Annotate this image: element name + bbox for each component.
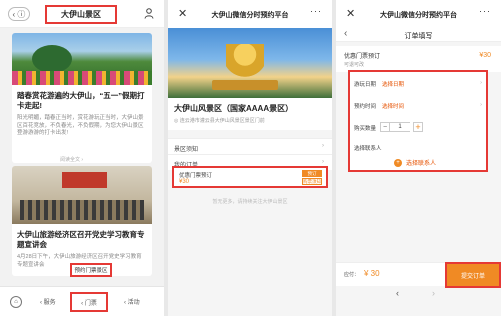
date-label: 游玩日期 xyxy=(354,82,377,88)
row-notice[interactable]: 景区须知 › xyxy=(168,138,332,154)
more-icon[interactable]: ··· xyxy=(310,6,322,16)
sub-title: 订单填写 xyxy=(404,33,433,40)
read-more-link[interactable]: 阅读全文 › xyxy=(60,156,83,163)
flower-scenery-image xyxy=(12,33,152,85)
nav-item-tickets[interactable]: ‹ 门票 xyxy=(70,292,108,312)
visitor-row: 选择联系人 xyxy=(354,144,482,152)
screenshot-collage: ‹ ⓘ 大伊山景区 踏春赏花游遍的大伊山，“五一”假期打卡走起! 阳光明媚，踏春… xyxy=(0,0,501,316)
user-icon[interactable] xyxy=(144,8,154,19)
close-icon[interactable]: ✕ xyxy=(346,7,355,20)
ticket-item[interactable]: 优惠门票预订 ¥30 预订 购票须知 xyxy=(172,166,328,188)
article-card[interactable]: 踏春赏花游遍的大伊山，“五一”假期打卡走起! 阳光明媚，踏春正当时，赏花游玩正当… xyxy=(12,33,152,163)
date-select[interactable]: 选择日期 xyxy=(382,80,404,88)
ticket-name: 优惠门票预订 xyxy=(179,173,213,179)
booking-ticket-button[interactable]: 预约门票景区 xyxy=(70,263,112,277)
ticket-notice-button[interactable]: 购票须知 xyxy=(302,178,322,185)
visitor-label: 选择联系人 xyxy=(354,146,382,152)
phone-scenic-detail: ✕ 大伊山微信分时预约平台 ··· 大伊山风景区（国家AAAA景区） ◎ 连云港… xyxy=(168,0,332,316)
sub-header: ‹ 订单填写 xyxy=(336,28,501,42)
article-title[interactable]: 踏春赏花游遍的大伊山，“五一”假期打卡走起! xyxy=(12,85,152,113)
meeting-image xyxy=(12,166,152,224)
date-row[interactable]: 游玩日期 选择日期 › xyxy=(354,80,482,88)
more-icon[interactable]: ··· xyxy=(479,6,491,16)
ticket-price: ¥30 xyxy=(479,52,491,59)
quantity-label: 购买数量 xyxy=(354,126,377,132)
footnote: 暂无更多，请持续关注大伊山景区 xyxy=(212,199,288,205)
article-title[interactable]: 大伊山旅游经济区召开党史学习教育专题宣讲会 xyxy=(12,224,152,252)
ticket-price: ¥30 xyxy=(179,179,190,185)
top-bar: ‹ ⓘ 大伊山景区 xyxy=(0,0,164,28)
plus-button[interactable]: + xyxy=(413,122,423,132)
chevron-right-icon[interactable]: › xyxy=(432,288,435,298)
quantity-stepper[interactable]: − 1 + xyxy=(380,122,423,132)
close-icon[interactable]: ✕ xyxy=(178,7,187,20)
time-row[interactable]: 预约时间 选择时间 › xyxy=(354,102,482,110)
total-amount: ¥ 30 xyxy=(364,269,380,278)
back-button[interactable]: ‹ ⓘ xyxy=(8,7,30,21)
page-title: 大伊山微信分时预约平台 xyxy=(380,12,457,19)
add-contact-button[interactable]: + 选择联系人 xyxy=(394,158,436,167)
phone-order-form: ✕ 大伊山微信分时预约平台 ··· ‹ 订单填写 优惠门票预订 可退可改 ¥30… xyxy=(336,0,501,316)
chevron-right-icon: › xyxy=(480,102,482,108)
quantity-value[interactable]: 1 xyxy=(390,122,410,132)
ticket-summary: 优惠门票预订 可退可改 ¥30 xyxy=(336,46,501,72)
buddha-statue-image xyxy=(168,28,332,98)
row-label: 景区须知 xyxy=(174,147,199,153)
top-bar: ✕ 大伊山微信分时预约平台 ··· xyxy=(168,0,332,28)
scenic-name: 大伊山风景区（国家AAAA景区） xyxy=(174,104,294,113)
scenic-address[interactable]: ◎ 连云港市灌云县大伊山风景区景区门前 xyxy=(174,117,326,124)
book-button[interactable]: 预订 xyxy=(302,170,322,177)
home-icon[interactable]: ⌂ xyxy=(10,296,22,308)
total-label: 应付： xyxy=(344,272,360,278)
bottom-nav: ⌂ ‹ 服务 ‹ 门票 ‹ 活动 xyxy=(0,286,164,316)
submit-order-button[interactable]: 提交订单 xyxy=(445,262,501,288)
ticket-refund-note: 可退可改 xyxy=(344,62,365,68)
time-select[interactable]: 选择时间 xyxy=(382,102,404,110)
add-contact-label: 选择联系人 xyxy=(406,161,437,167)
scenic-info: 大伊山风景区（国家AAAA景区） ◎ 连云港市灌云县大伊山风景区景区门前 xyxy=(168,98,332,130)
ticket-name: 优惠门票预订 xyxy=(344,54,381,60)
chevron-right-icon: › xyxy=(480,80,482,86)
plus-icon: + xyxy=(394,158,402,167)
top-bar: ✕ 大伊山微信分时预约平台 ··· xyxy=(336,0,501,28)
article-card[interactable]: 大伊山旅游经济区召开党史学习教育专题宣讲会 4月28日下午，大伊山旅游经济区召开… xyxy=(12,166,152,276)
chevron-left-icon[interactable]: ‹ xyxy=(396,288,399,298)
order-form: 游玩日期 选择日期 › 预约时间 选择时间 › 购买数量 − 1 + 选择联系人 xyxy=(348,70,488,172)
time-label: 预约时间 xyxy=(354,104,377,110)
nav-item-activity[interactable]: ‹ 活动 xyxy=(124,297,140,306)
phone-home: ‹ ⓘ 大伊山景区 踏春赏花游遍的大伊山，“五一”假期打卡走起! 阳光明媚，踏春… xyxy=(0,0,164,316)
nav-item-service[interactable]: ‹ 服务 xyxy=(40,297,56,306)
page-title: 大伊山微信分时预约平台 xyxy=(211,12,289,19)
quantity-row: 购买数量 − 1 + xyxy=(354,122,482,132)
chevron-right-icon: › xyxy=(322,159,324,165)
page-title: 大伊山景区 xyxy=(45,5,117,24)
browser-nav: ‹ › xyxy=(336,288,501,302)
chevron-right-icon: › xyxy=(322,143,324,149)
article-desc: 阳光明媚，踏春正当时，赏花游玩正当时，大伊山景区百花竞放，不负春光，不负假期，为… xyxy=(17,115,144,136)
minus-button[interactable]: − xyxy=(380,122,390,132)
